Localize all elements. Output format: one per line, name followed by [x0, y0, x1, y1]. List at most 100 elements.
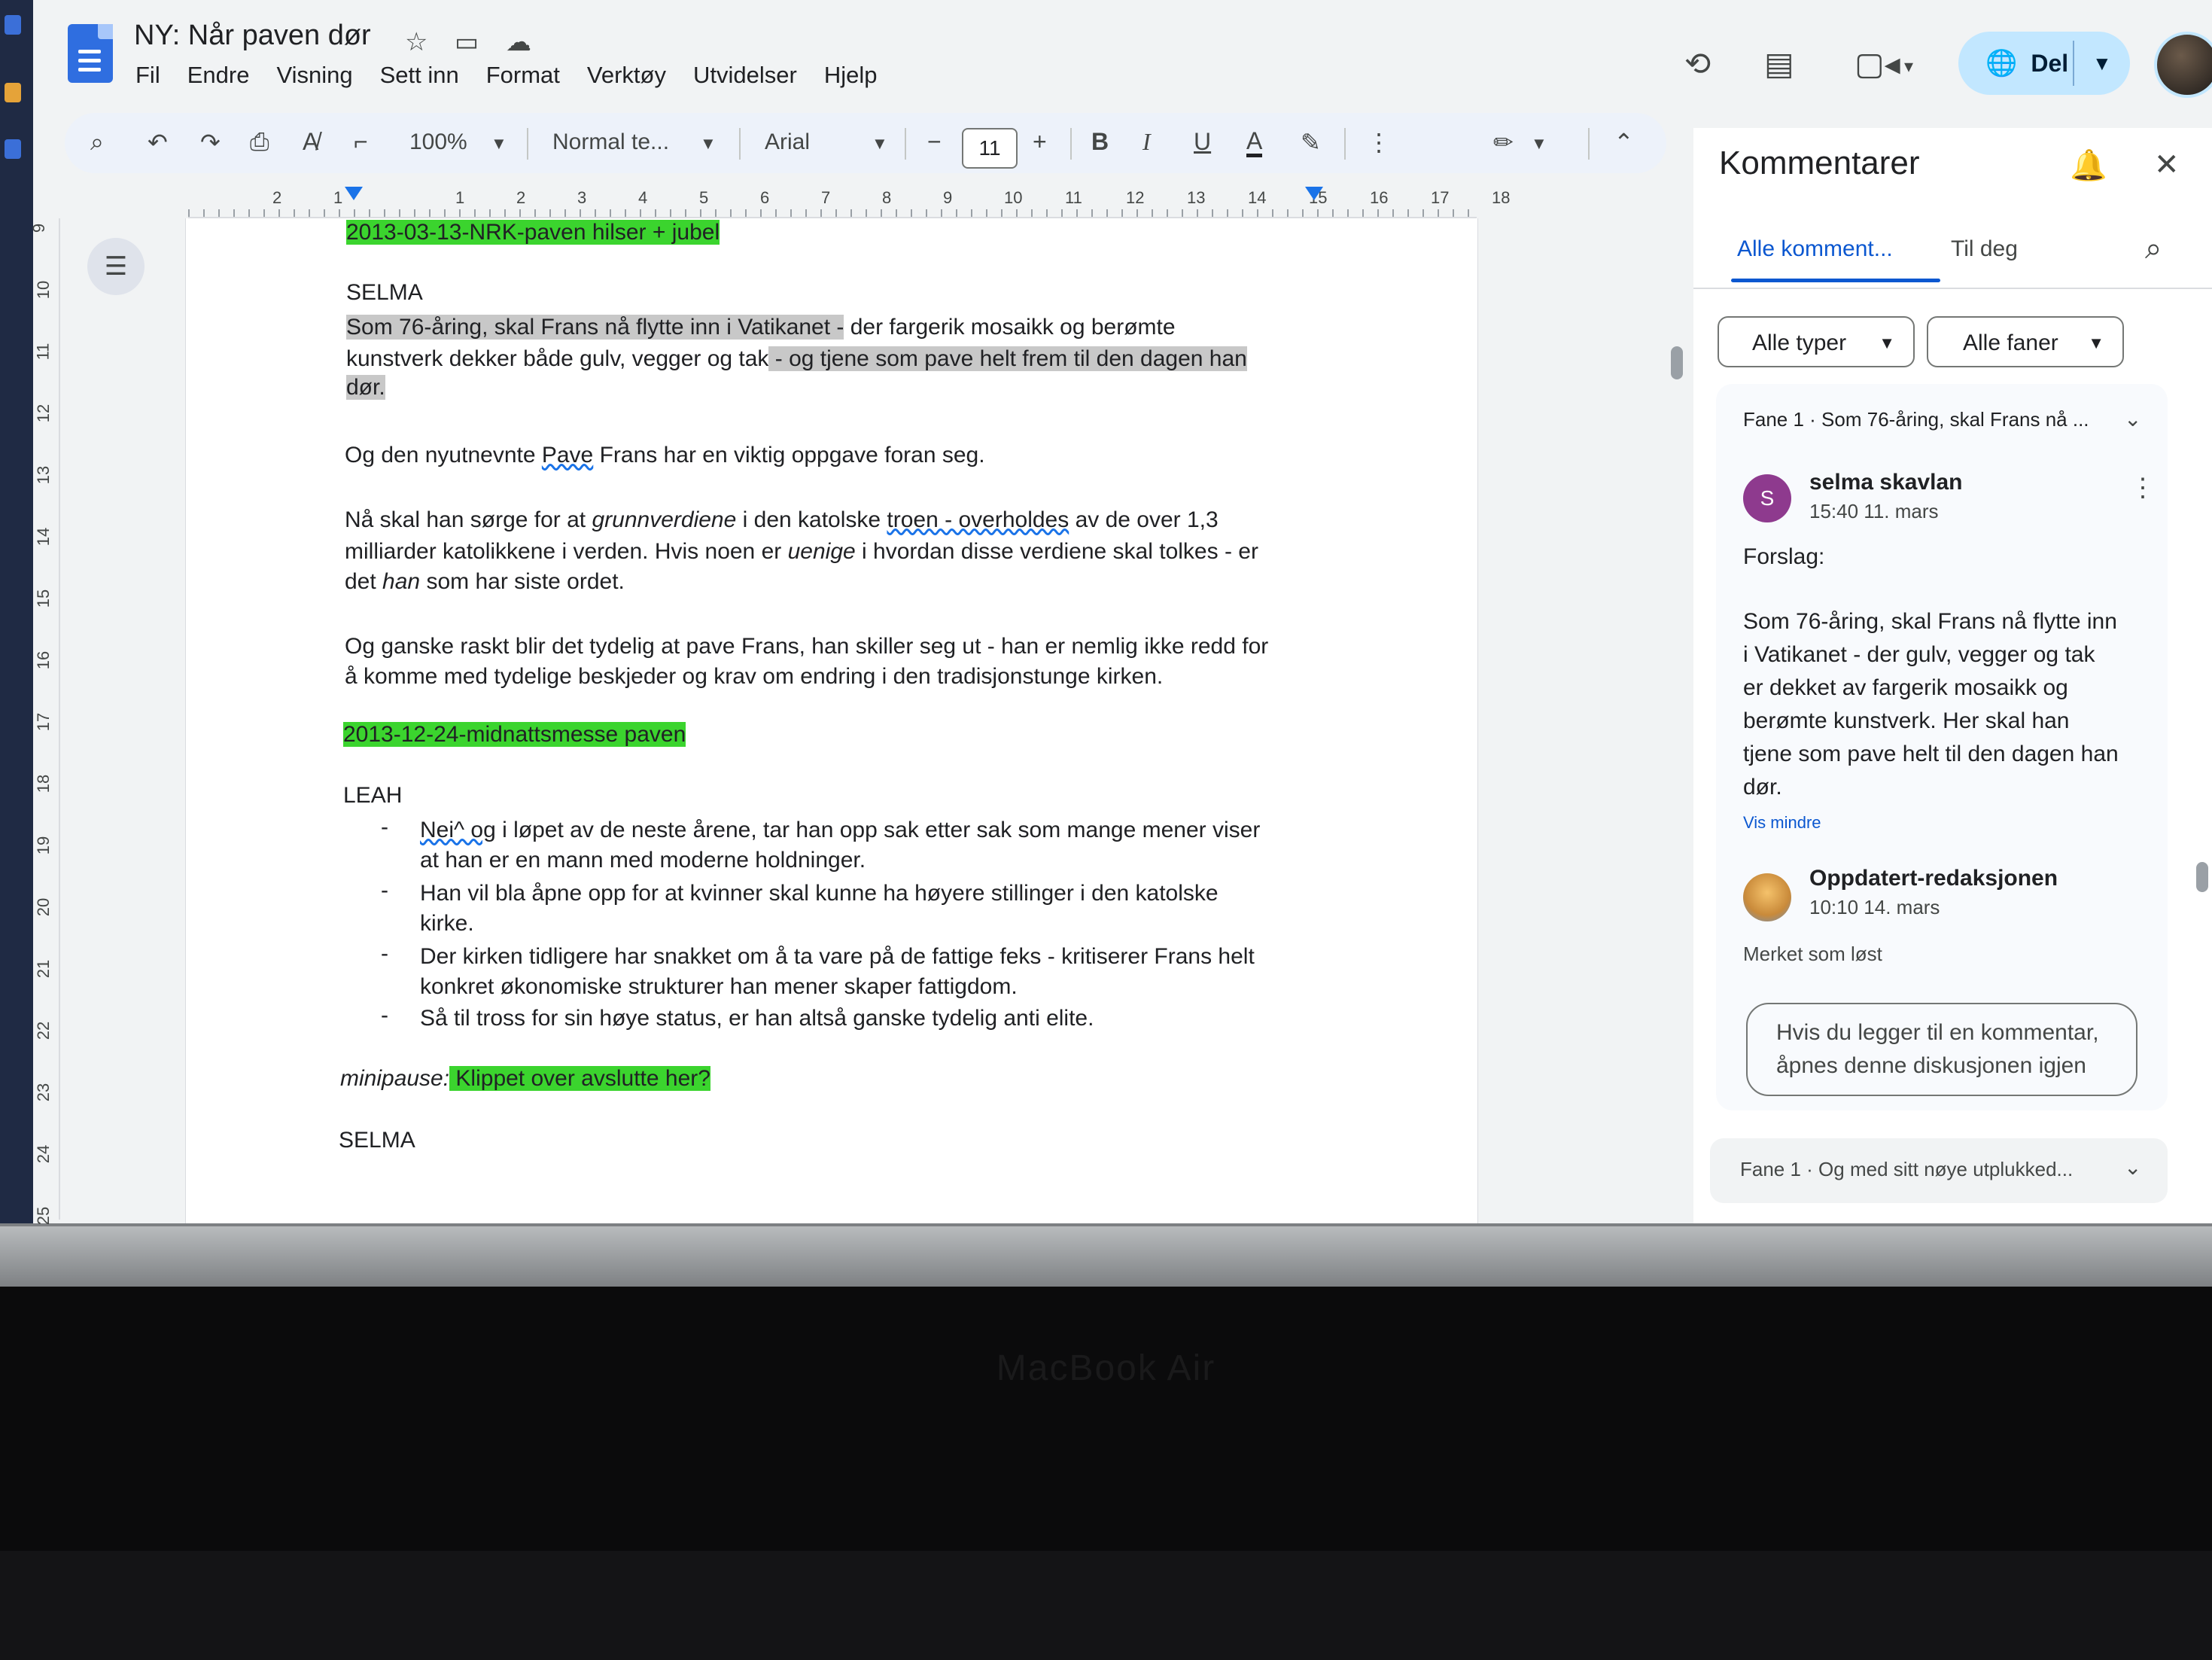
text-run: Frans har en viktig oppgave foran seg.	[593, 443, 985, 468]
collapse-icon[interactable]: ⌃	[1614, 128, 1634, 157]
suggestion-line: er dekket av fargerik mosaikk og	[1743, 675, 2068, 700]
undo-icon[interactable]: ↶	[148, 128, 168, 157]
highlighter-icon[interactable]: ✎	[1301, 128, 1321, 157]
close-icon[interactable]: ✕	[2154, 148, 2180, 182]
italic-button[interactable]: I	[1143, 128, 1151, 156]
underline-button[interactable]: U	[1194, 128, 1211, 156]
suggested-text[interactable]: - og tjene som pave helt frem til den da…	[768, 346, 1247, 371]
comment-thread[interactable]: Fane 1 · Som 76-åring, skal Frans nå ...…	[1716, 384, 2168, 1110]
tab-all-comments[interactable]: Alle komment...	[1737, 236, 1893, 262]
comments-panel: Kommentarer 🔔 ✕ Alle komment... Til deg …	[1693, 128, 2212, 1223]
bullet-line: kirke.	[420, 911, 474, 936]
search-icon[interactable]: ⌕	[2145, 232, 2162, 266]
chevron-down-icon[interactable]: ▼	[700, 134, 717, 154]
vertical-ruler[interactable]: 9 10 11 12 13 14 15 16 17 18 19 20 21 22 23 24 25	[29, 218, 60, 1225]
ruler-tick	[489, 209, 491, 217]
outline-icon[interactable]: ☰	[87, 238, 145, 295]
comment-time: 15:40 11. mars	[1809, 500, 1939, 522]
font-select[interactable]: Arial	[765, 129, 810, 155]
more-icon[interactable]: ⋮	[2130, 473, 2156, 503]
menu-format[interactable]: Format	[486, 62, 560, 89]
document-title[interactable]: NY: Når paven dør	[134, 20, 371, 52]
menu-verktoy[interactable]: Verktøy	[587, 62, 666, 89]
chevron-down-icon[interactable]: ▼	[2092, 52, 2112, 75]
bell-icon[interactable]: 🔔	[2070, 148, 2107, 183]
ruler-tick	[595, 209, 596, 217]
style-select[interactable]: Normal te...	[552, 129, 669, 155]
ruler-tick	[294, 209, 295, 217]
reply-input[interactable]: Hvis du legger til en kommentar, åpnes d…	[1746, 1003, 2137, 1096]
ruler-number: 14	[34, 527, 53, 547]
chevron-down-icon[interactable]: ⌄	[2124, 1155, 2141, 1180]
ruler-tick	[730, 209, 732, 217]
ruler-tick	[339, 209, 340, 217]
text-color-button[interactable]: A	[1246, 128, 1263, 157]
chevron-down-icon[interactable]: ▾	[1904, 56, 1913, 78]
comment-icon[interactable]: ▤	[1764, 45, 1794, 82]
cloud-icon[interactable]: ☁	[506, 27, 531, 57]
filter-tabs-select[interactable]: Alle faner ▼	[1927, 316, 2124, 367]
menu-hjelp[interactable]: Hjelp	[824, 62, 878, 89]
dock-app-icon[interactable]	[5, 139, 21, 159]
show-less-link[interactable]: Vis mindre	[1743, 813, 1821, 833]
indent-marker[interactable]	[1305, 187, 1323, 200]
chevron-down-icon[interactable]: ▼	[872, 134, 888, 154]
menu-sett-inn[interactable]: Sett inn	[380, 62, 459, 89]
panel-scrollbar[interactable]	[2196, 862, 2208, 892]
dock-app-icon[interactable]	[5, 83, 21, 102]
star-icon[interactable]: ☆	[405, 27, 427, 57]
ruler-tick	[1121, 209, 1123, 217]
ruler-tick	[1422, 209, 1424, 217]
increase-font-icon[interactable]: +	[1033, 128, 1047, 156]
share-button[interactable]: 🌐 Del ▼	[1958, 32, 2130, 95]
history-icon[interactable]: ⟲	[1684, 45, 1711, 82]
ruler-number: 15	[34, 589, 53, 608]
menu-utvidelser[interactable]: Utvidelser	[693, 62, 797, 89]
spellcheck-icon[interactable]: A̸	[303, 128, 318, 156]
ruler-number: 18	[1492, 188, 1511, 207]
menu-endre[interactable]: Endre	[187, 62, 250, 89]
spellcheck-word[interactable]: troen - overholdes	[887, 507, 1069, 532]
redo-icon[interactable]: ↷	[200, 128, 221, 157]
ruler-tick	[911, 209, 912, 217]
indent-marker[interactable]	[345, 187, 363, 200]
chevron-down-icon[interactable]: ⌄	[2124, 407, 2141, 431]
font-size-input[interactable]: 11	[962, 128, 1018, 169]
suggested-text[interactable]: Som 76-åring, skal Frans nå flytte inn i…	[346, 315, 844, 340]
suggested-text[interactable]: dør.	[346, 375, 385, 400]
decrease-font-icon[interactable]: −	[927, 128, 942, 156]
pencil-icon[interactable]: ✏	[1493, 128, 1514, 157]
comment-thread[interactable]: Fane 1 · Og med sitt nøye utplukked... ⌄	[1710, 1138, 2168, 1203]
ruler-tick	[444, 209, 446, 217]
ruler-number: 4	[638, 188, 648, 207]
horizontal-ruler[interactable]: 2 1 1 2 3 4 5 6 7 8 9 10 11 12 13 14 15 16 17 18	[188, 187, 1510, 218]
ruler-tick	[986, 209, 987, 217]
screen: NY: Når paven dør ☆ ▭ ☁ Fil Endre Visnin…	[0, 0, 2212, 1226]
video-icon[interactable]: ▢◂	[1854, 45, 1900, 82]
chevron-down-icon[interactable]: ▼	[491, 134, 507, 154]
account-avatar[interactable]	[2154, 32, 2212, 98]
print-icon[interactable]: ⎙	[250, 128, 269, 157]
more-icon[interactable]: ⋮	[1367, 128, 1391, 157]
ruler-number: 17	[1431, 188, 1450, 207]
tab-for-you[interactable]: Til deg	[1951, 236, 2018, 262]
zoom-select[interactable]: 100%	[409, 129, 467, 155]
spellcheck-word[interactable]: Pave	[542, 443, 593, 468]
suggestion-line: tjene som pave helt til den dagen han	[1743, 742, 2119, 766]
resolved-status: Merket som løst	[1743, 943, 1882, 965]
search-icon[interactable]: ⌕	[90, 128, 104, 157]
ruler-tick	[850, 209, 852, 217]
filter-types-select[interactable]: Alle typer ▼	[1718, 316, 1915, 367]
document-scrollbar[interactable]	[1671, 346, 1683, 379]
menu-fil[interactable]: Fil	[135, 62, 160, 89]
menu-visning[interactable]: Visning	[276, 62, 352, 89]
text-run: milliarder katolikkene i verden. Hvis no…	[345, 539, 788, 564]
move-folder-icon[interactable]: ▭	[455, 27, 479, 57]
paint-format-icon[interactable]: ⌐	[354, 128, 368, 156]
bold-button[interactable]: B	[1091, 128, 1109, 156]
dock-app-icon[interactable]	[5, 15, 21, 35]
spellcheck-word[interactable]: Nei^ og	[420, 818, 496, 842]
ruler-tick	[1407, 209, 1409, 217]
chevron-down-icon[interactable]: ▼	[1531, 134, 1547, 154]
docs-logo-icon[interactable]	[68, 24, 113, 83]
